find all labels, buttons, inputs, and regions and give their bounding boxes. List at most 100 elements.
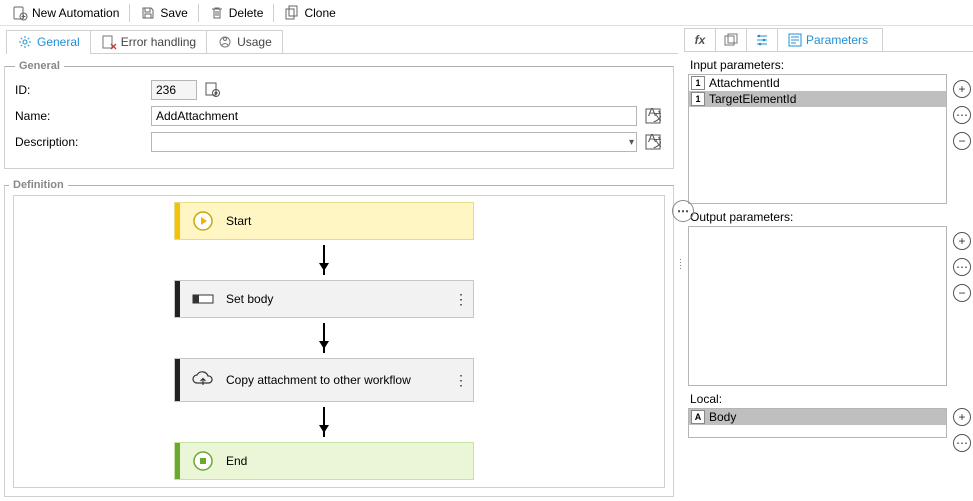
svg-text:文: 文 <box>653 135 661 150</box>
tab-usage[interactable]: Usage <box>206 30 283 53</box>
node-copy-attachment[interactable]: Copy attachment to other workflow ⋮ <box>174 358 474 402</box>
set-body-label: Set body <box>226 292 449 306</box>
node-more-button[interactable]: ⋮ <box>449 296 473 302</box>
local-more-button[interactable]: ⋯ <box>953 434 971 452</box>
tab-error-label: Error handling <box>121 35 196 49</box>
gear-icon <box>17 34 33 50</box>
tab-error-handling[interactable]: Error handling <box>90 30 207 53</box>
node-start[interactable]: Start <box>174 202 474 240</box>
clone-label: Clone <box>304 6 335 20</box>
sliders-icon <box>755 33 769 47</box>
input-params-title: Input parameters: <box>690 58 971 72</box>
input-params-list[interactable]: 1 AttachmentId 1 TargetElementId <box>688 74 947 204</box>
desc-combo[interactable]: ▾ <box>151 132 637 152</box>
local-params-list[interactable]: A Body <box>688 408 947 438</box>
input-more-button[interactable]: ⋯ <box>953 106 971 124</box>
save-icon <box>140 5 156 21</box>
output-remove-button[interactable]: − <box>953 284 971 302</box>
general-fieldset: General ID: Name: A文 Description: ▾ A文 <box>4 60 674 169</box>
separator <box>273 4 274 22</box>
fx-icon: fx <box>695 33 706 47</box>
output-params-title: Output parameters: <box>690 210 971 224</box>
right-tabs: fx Parameters <box>684 28 973 52</box>
tab-usage-label: Usage <box>237 35 272 49</box>
definition-fieldset: Definition ⋯ Start <box>4 179 674 497</box>
canvas-more-button[interactable]: ⋯ <box>672 200 694 222</box>
rtab-copy[interactable] <box>715 28 747 51</box>
svg-text:文: 文 <box>653 109 661 124</box>
usage-icon <box>217 34 233 50</box>
minus-icon: − <box>958 135 965 147</box>
workflow-canvas[interactable]: ⋯ Start Set bod <box>13 195 665 488</box>
start-label: Start <box>226 214 473 228</box>
param-name: TargetElementId <box>709 92 796 106</box>
stack-icon <box>724 33 738 47</box>
clone-icon <box>284 5 300 21</box>
definition-legend: Definition <box>9 179 68 191</box>
error-handling-icon <box>101 34 117 50</box>
id-label: ID: <box>15 83 145 97</box>
new-automation-icon <box>12 5 28 21</box>
rtab-list[interactable] <box>746 28 778 51</box>
plus-icon: + <box>958 235 965 247</box>
ellipsis-icon: ⋯ <box>956 261 968 273</box>
param-type-badge: 1 <box>691 76 705 90</box>
play-icon <box>180 210 226 232</box>
param-type-badge: A <box>691 410 705 424</box>
param-name: Body <box>709 410 736 424</box>
field-icon <box>180 292 226 306</box>
plus-icon: + <box>958 411 965 423</box>
separator <box>129 4 130 22</box>
stop-icon <box>180 450 226 472</box>
node-set-body[interactable]: Set body ⋮ <box>174 280 474 318</box>
new-automation-button[interactable]: New Automation <box>4 3 127 23</box>
grip-icon: ···· <box>679 258 683 270</box>
name-translate-button[interactable]: A文 <box>643 106 663 126</box>
top-toolbar: New Automation Save Delete Clone <box>0 0 973 26</box>
output-more-button[interactable]: ⋯ <box>953 258 971 276</box>
desc-translate-button[interactable]: A文 <box>643 132 663 152</box>
id-settings-button[interactable] <box>203 80 223 100</box>
param-name: AttachmentId <box>709 76 780 90</box>
clone-button[interactable]: Clone <box>276 3 343 23</box>
input-remove-button[interactable]: − <box>953 132 971 150</box>
tab-general[interactable]: General <box>6 30 91 53</box>
output-params-list[interactable] <box>688 226 947 386</box>
arrow-icon <box>323 407 325 437</box>
new-automation-label: New Automation <box>32 6 119 20</box>
name-input[interactable] <box>151 106 637 126</box>
rtab-fx[interactable]: fx <box>684 28 716 51</box>
rtab-parameters[interactable]: Parameters <box>777 28 883 51</box>
param-row[interactable]: A Body <box>689 409 946 425</box>
local-params-title: Local: <box>690 392 971 406</box>
save-label: Save <box>160 6 187 20</box>
delete-button[interactable]: Delete <box>201 3 272 23</box>
rtab-parameters-label: Parameters <box>806 33 868 47</box>
ellipsis-icon: ⋯ <box>956 437 968 449</box>
arrow-icon <box>323 323 325 353</box>
arrow-icon <box>323 245 325 275</box>
local-add-button[interactable]: + <box>953 408 971 426</box>
save-button[interactable]: Save <box>132 3 195 23</box>
param-row[interactable]: 1 AttachmentId <box>689 75 946 91</box>
copy-label: Copy attachment to other workflow <box>226 373 449 387</box>
ellipsis-icon: ⋯ <box>956 109 968 121</box>
name-label: Name: <box>15 109 145 123</box>
end-label: End <box>226 454 473 468</box>
general-legend: General <box>15 60 64 72</box>
left-tabs: General Error handling Usage <box>6 30 678 54</box>
param-type-badge: 1 <box>691 92 705 106</box>
cloud-upload-icon <box>180 370 226 390</box>
delete-label: Delete <box>229 6 264 20</box>
node-more-button[interactable]: ⋮ <box>449 377 473 383</box>
id-input <box>151 80 197 100</box>
chevron-down-icon: ▾ <box>629 137 634 148</box>
trash-icon <box>209 5 225 21</box>
param-row[interactable]: 1 TargetElementId <box>689 91 946 107</box>
input-add-button[interactable]: + <box>953 80 971 98</box>
minus-icon: − <box>958 287 965 299</box>
tab-general-label: General <box>37 35 80 49</box>
plus-icon: + <box>958 83 965 95</box>
node-end[interactable]: End <box>174 442 474 480</box>
output-add-button[interactable]: + <box>953 232 971 250</box>
